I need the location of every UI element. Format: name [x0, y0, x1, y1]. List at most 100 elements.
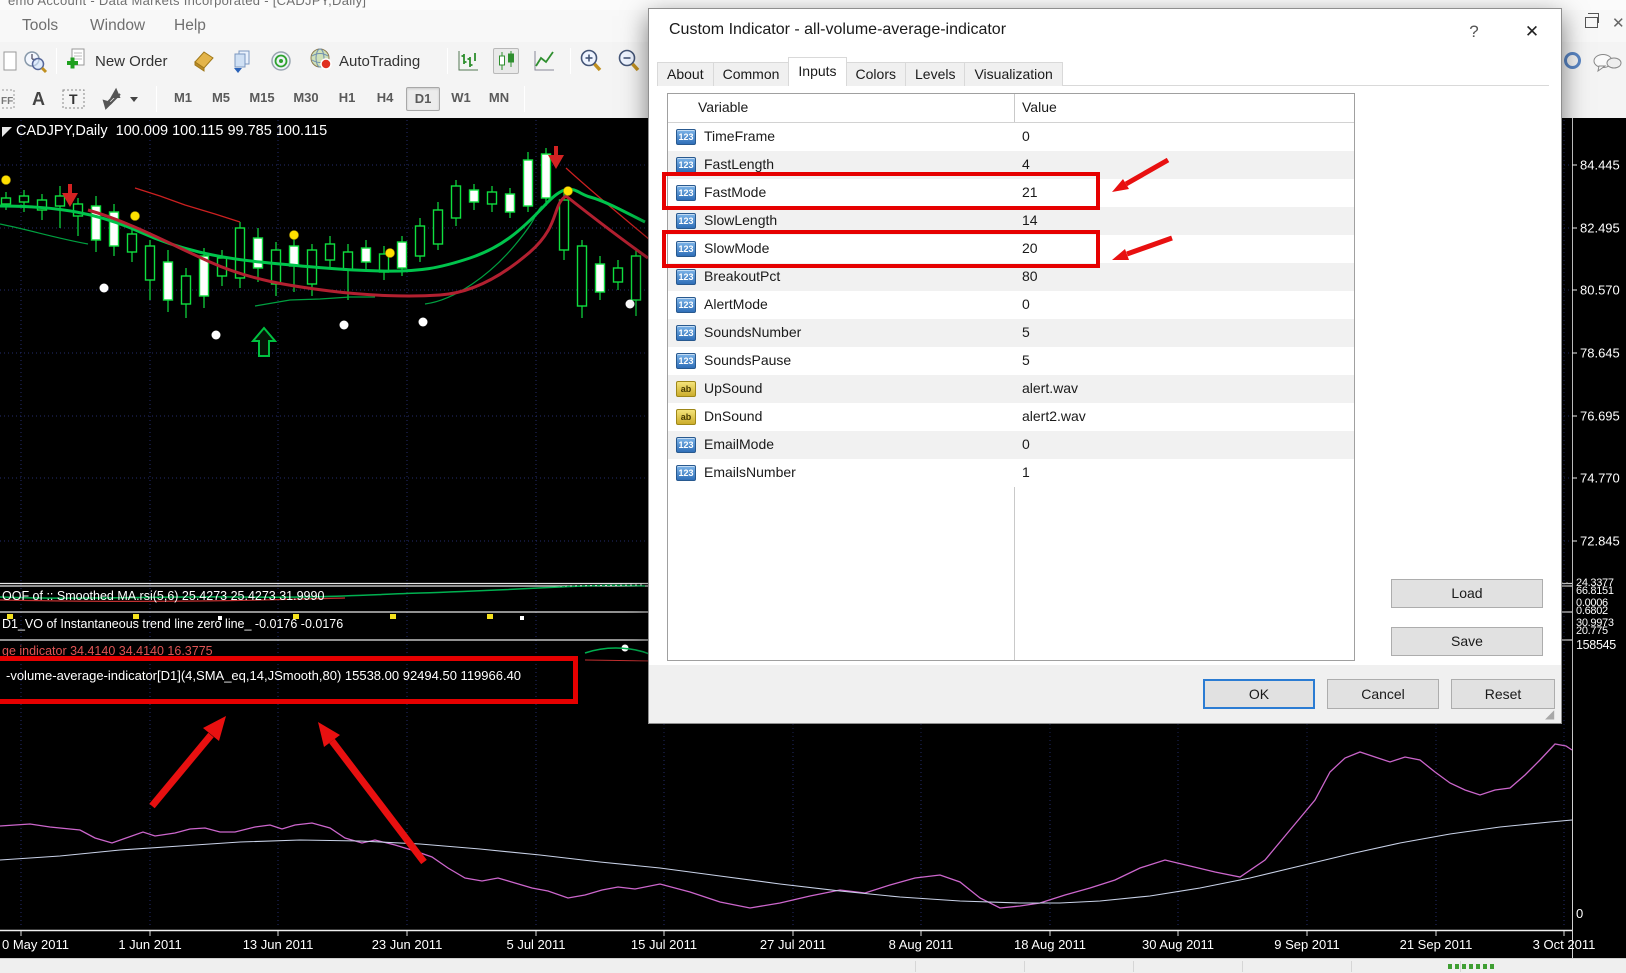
timeframe-m30[interactable]: M30: [286, 87, 326, 111]
date-tick: 15 Jul 2011: [630, 937, 698, 952]
dialog-help-button[interactable]: ?: [1461, 19, 1487, 45]
variable-name: SoundsNumber: [704, 324, 802, 340]
timeframe-m15[interactable]: M15: [242, 87, 282, 111]
bar-chart-type-icon[interactable]: [455, 48, 481, 74]
tab-common[interactable]: Common: [712, 62, 790, 86]
line-chart-type-icon[interactable]: [531, 48, 557, 74]
timeframe-h1[interactable]: H1: [330, 87, 364, 111]
reset-button[interactable]: Reset: [1451, 679, 1555, 709]
status-separator: [915, 961, 916, 972]
date-tick: 18 Aug 2011: [1013, 937, 1087, 952]
variable-value[interactable]: 5: [1022, 352, 1030, 368]
sub-scale-tick: 66.8151: [1576, 585, 1614, 597]
variable-value[interactable]: 5: [1022, 324, 1030, 340]
menu-tools[interactable]: Tools: [16, 15, 64, 37]
status-separator: [1351, 961, 1352, 972]
custom-indicator-dialog: Custom Indicator - all-volume-average-in…: [648, 8, 1562, 724]
chat-icon[interactable]: [1592, 52, 1622, 74]
volume-scale-tick: 158545: [1576, 638, 1616, 652]
table-row-soundsnumber[interactable]: 123 SoundsNumber 5: [668, 319, 1354, 347]
numeric-type-icon: 123: [676, 185, 696, 201]
variable-name: FastMode: [704, 184, 767, 200]
variable-value[interactable]: 4: [1022, 156, 1030, 172]
table-row-upsound[interactable]: ab UpSound alert.wav: [668, 375, 1354, 403]
timeframe-mn[interactable]: MN: [482, 87, 516, 111]
column-header-variable[interactable]: Variable: [698, 99, 748, 115]
chart-history-icon[interactable]: [22, 48, 48, 74]
date-tick: 23 Jun 2011: [371, 937, 443, 952]
table-row-emailsnumber[interactable]: 123 EmailsNumber 1: [668, 459, 1354, 487]
tab-visualization[interactable]: Visualization: [964, 62, 1063, 86]
text-box-icon[interactable]: T: [60, 86, 86, 112]
tab-levels[interactable]: Levels: [905, 62, 966, 86]
variable-value[interactable]: 80: [1022, 268, 1038, 284]
table-row-alertmode[interactable]: 123 AlertMode 0: [668, 291, 1354, 319]
table-row-slowlength[interactable]: 123 SlowLength 14: [668, 207, 1354, 235]
dialog-close-button[interactable]: ✕: [1515, 17, 1549, 47]
text-label-icon[interactable]: A: [26, 86, 52, 112]
table-row-fastmode[interactable]: 123 FastMode 21: [668, 179, 1354, 207]
timeframe-m5[interactable]: M5: [204, 87, 238, 111]
table-row-dnsound[interactable]: ab DnSound alert2.wav: [668, 403, 1354, 431]
variable-value[interactable]: alert2.wav: [1022, 408, 1086, 424]
status-separator: [1133, 961, 1134, 972]
upload-docs-icon[interactable]: [230, 48, 256, 74]
toolbar-separator: [524, 86, 525, 112]
column-header-value[interactable]: Value: [1022, 99, 1057, 115]
menu-window[interactable]: Window: [84, 15, 151, 37]
new-order-label: New Order: [95, 52, 168, 70]
arrows-tool-icon[interactable]: [98, 86, 142, 112]
autotrading-button[interactable]: AutoTrading: [304, 47, 424, 75]
letter-a: A: [32, 89, 45, 109]
table-row-slowmode[interactable]: 123 SlowMode 20: [668, 235, 1354, 263]
save-button[interactable]: Save: [1391, 627, 1543, 656]
toolbar-separator: [56, 48, 57, 74]
timeframe-w1[interactable]: W1: [444, 87, 478, 111]
ok-button[interactable]: OK: [1203, 679, 1315, 709]
cancel-button[interactable]: Cancel: [1327, 679, 1439, 709]
variable-value[interactable]: 14: [1022, 212, 1038, 228]
target-icon[interactable]: [268, 48, 294, 74]
variable-value[interactable]: 1: [1022, 464, 1030, 480]
timeframe-d1[interactable]: D1: [406, 87, 440, 111]
table-row-timeframe[interactable]: 123 TimeFrame 0: [668, 123, 1354, 151]
price-tick: 78.645: [1580, 345, 1620, 361]
date-tick: 0 May 2011: [2, 937, 69, 952]
zoom-out-icon[interactable]: [616, 48, 642, 74]
variable-value[interactable]: 21: [1022, 184, 1038, 200]
menu-help[interactable]: Help: [168, 15, 212, 37]
table-row-fastlength[interactable]: 123 FastLength 4: [668, 151, 1354, 179]
date-tick: 8 Aug 2011: [888, 937, 954, 952]
volume-zero-tick: 0: [1576, 906, 1583, 921]
variable-value[interactable]: 20: [1022, 240, 1038, 256]
variable-name: UpSound: [704, 380, 763, 396]
price-tick: 72.845: [1580, 533, 1620, 549]
new-order-button[interactable]: New Order: [62, 47, 172, 75]
variable-name: DnSound: [704, 408, 763, 424]
price-tick: 80.570: [1580, 282, 1620, 298]
tab-colors[interactable]: Colors: [845, 62, 906, 86]
window-close-icon[interactable]: ✕: [1612, 14, 1625, 32]
variable-value[interactable]: 0: [1022, 436, 1030, 452]
community-icon[interactable]: [1564, 52, 1581, 69]
variable-value[interactable]: 0: [1022, 296, 1030, 312]
gold-tool-icon[interactable]: [192, 48, 218, 74]
tab-about[interactable]: About: [657, 62, 714, 86]
window-restore-icon[interactable]: [1585, 13, 1599, 28]
variable-value[interactable]: 0: [1022, 128, 1030, 144]
date-tick: 21 Sep 2011: [1399, 937, 1473, 952]
candlestick-chart-type-icon[interactable]: [493, 48, 519, 74]
variable-value[interactable]: alert.wav: [1022, 380, 1078, 396]
table-row-emailmode[interactable]: 123 EmailMode 0: [668, 431, 1354, 459]
timeframe-h4[interactable]: H4: [368, 87, 402, 111]
dialog-resize-grip[interactable]: ◢: [1545, 707, 1554, 721]
timeframe-m1[interactable]: M1: [166, 87, 200, 111]
table-row-breakoutpct[interactable]: 123 BreakoutPct 80: [668, 263, 1354, 291]
tab-inputs[interactable]: Inputs: [788, 57, 847, 86]
table-row-soundspause[interactable]: 123 SoundsPause 5: [668, 347, 1354, 375]
status-separator: [1242, 961, 1243, 972]
zoom-in-icon[interactable]: [578, 48, 604, 74]
date-tick: 9 Sep 2011: [1274, 937, 1340, 952]
load-button[interactable]: Load: [1391, 579, 1543, 608]
clipped-icon: [0, 48, 18, 74]
